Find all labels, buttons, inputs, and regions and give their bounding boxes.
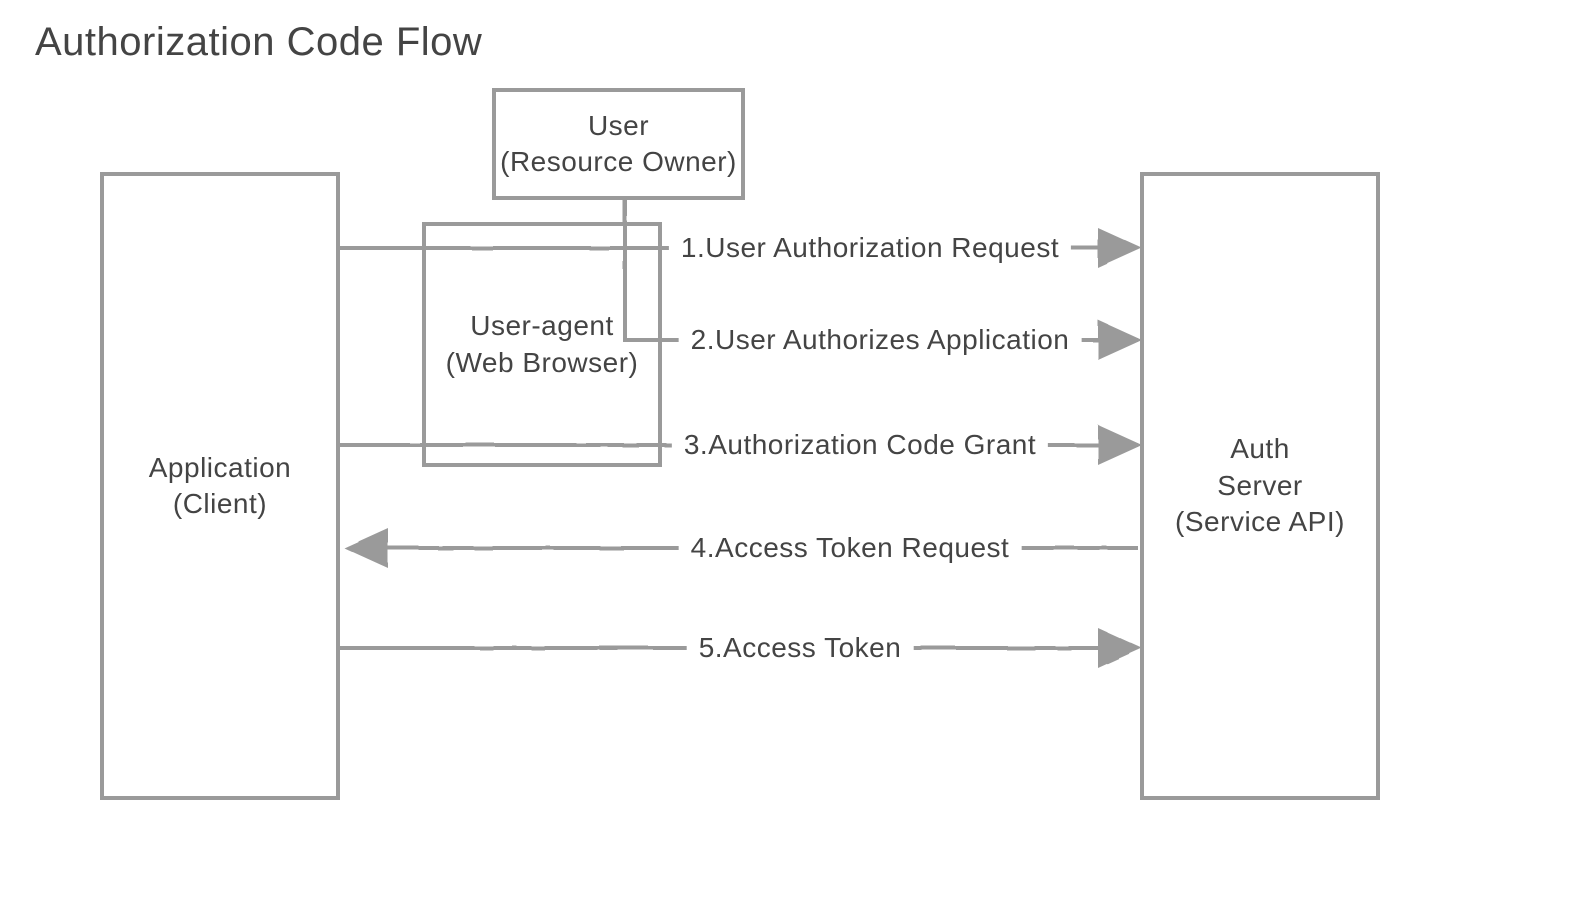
flow-step-2: 2.User Authorizes Application — [679, 324, 1082, 356]
actor-user-agent-sub: (Web Browser) — [446, 345, 639, 381]
actor-auth-server: Auth Server (Service API) — [1140, 172, 1380, 800]
flow-step-5: 5.Access Token — [687, 632, 914, 664]
diagram-title: Authorization Code Flow — [35, 20, 482, 65]
actor-user-name: User — [588, 108, 649, 144]
flow-step-4: 4.Access Token Request — [679, 532, 1022, 564]
diagram-canvas: Authorization Code Flow — [0, 0, 1574, 902]
actor-application: Application (Client) — [100, 172, 340, 800]
actor-auth-server-name2: Server — [1217, 468, 1302, 504]
actor-application-name: Application — [149, 450, 291, 486]
actor-user-agent-name: User-agent — [470, 308, 614, 344]
actor-user-sub: (Resource Owner) — [500, 144, 737, 180]
flow-step-3: 3.Authorization Code Grant — [672, 429, 1048, 461]
flow-step-1: 1.User Authorization Request — [669, 232, 1071, 264]
actor-application-sub: (Client) — [173, 486, 267, 522]
actor-auth-server-sub: (Service API) — [1175, 504, 1345, 540]
actor-user-agent: User-agent (Web Browser) — [422, 222, 662, 467]
actor-auth-server-name1: Auth — [1230, 431, 1290, 467]
actor-user: User (Resource Owner) — [492, 88, 745, 200]
